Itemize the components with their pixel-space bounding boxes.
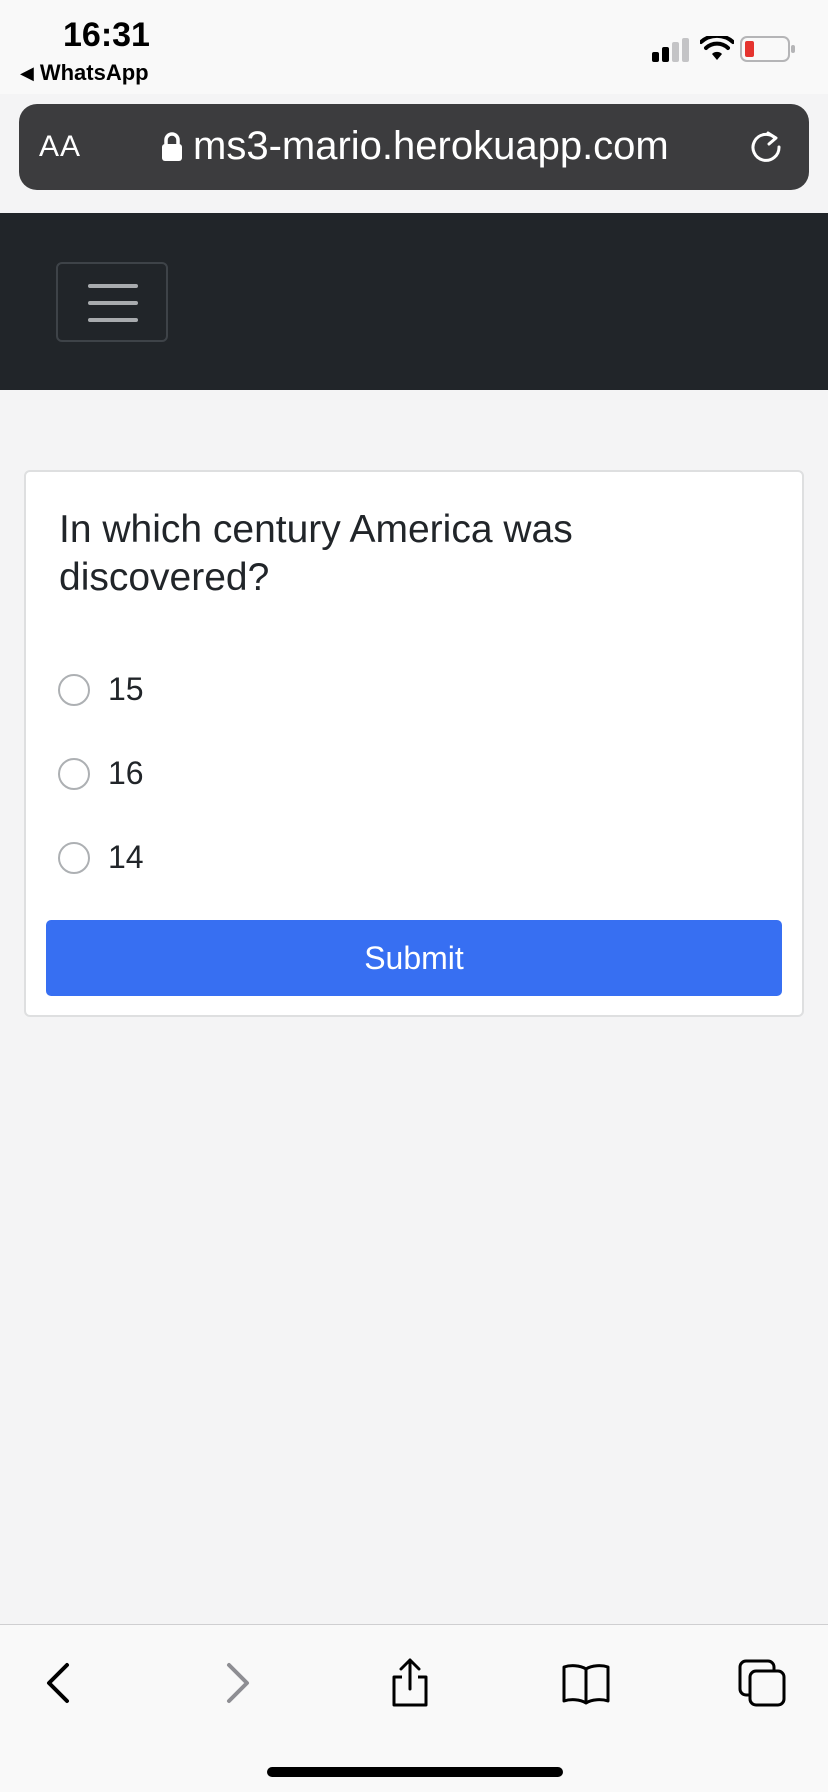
- back-to-app-link[interactable]: ◀ WhatsApp: [20, 60, 149, 86]
- home-indicator: [267, 1767, 563, 1777]
- back-triangle-icon: ◀: [20, 62, 34, 83]
- back-chevron-icon[interactable]: [34, 1657, 86, 1709]
- url-text: ms3-mario.herokuapp.com: [193, 124, 669, 168]
- answer-option-15[interactable]: 15: [58, 671, 144, 708]
- cellular-signal-icon: [652, 38, 689, 62]
- option-label: 15: [108, 671, 144, 707]
- status-time: 16:31: [63, 16, 150, 54]
- lock-icon: [162, 131, 182, 161]
- url-display[interactable]: ms3-mario.herokuapp.com: [161, 124, 669, 169]
- option-label: 14: [108, 839, 144, 875]
- reader-aa-button[interactable]: AA: [39, 130, 81, 164]
- reload-icon[interactable]: [747, 128, 785, 166]
- answer-option-16[interactable]: 16: [58, 755, 144, 792]
- quiz-card: In which century America was discovered?…: [24, 470, 804, 1017]
- browser-address-bar[interactable]: AA ms3-mario.herokuapp.com: [19, 104, 809, 190]
- site-navbar: [0, 213, 828, 390]
- battery-icon: [740, 36, 795, 62]
- forward-chevron-icon[interactable]: [210, 1657, 262, 1709]
- hamburger-line-icon: [88, 284, 138, 288]
- browser-toolbar: [0, 1624, 828, 1792]
- radio-button[interactable]: [58, 841, 90, 874]
- tabs-icon[interactable]: [736, 1657, 788, 1709]
- bookmarks-icon[interactable]: [560, 1657, 612, 1709]
- hamburger-line-icon: [88, 318, 138, 322]
- hamburger-line-icon: [88, 301, 138, 305]
- share-icon[interactable]: [384, 1657, 436, 1709]
- submit-button[interactable]: Submit: [46, 920, 782, 996]
- option-label: 16: [108, 755, 144, 791]
- radio-button[interactable]: [58, 673, 90, 706]
- radio-button[interactable]: [58, 757, 90, 790]
- status-bar: 16:31 ◀ WhatsApp: [0, 0, 828, 94]
- hamburger-menu-button[interactable]: [56, 262, 168, 342]
- back-app-label: WhatsApp: [39, 60, 149, 85]
- question-text: In which century America was discovered?: [59, 508, 573, 599]
- aa-label: AA: [39, 130, 82, 163]
- answer-option-14[interactable]: 14: [58, 839, 144, 876]
- wifi-icon: [700, 36, 734, 60]
